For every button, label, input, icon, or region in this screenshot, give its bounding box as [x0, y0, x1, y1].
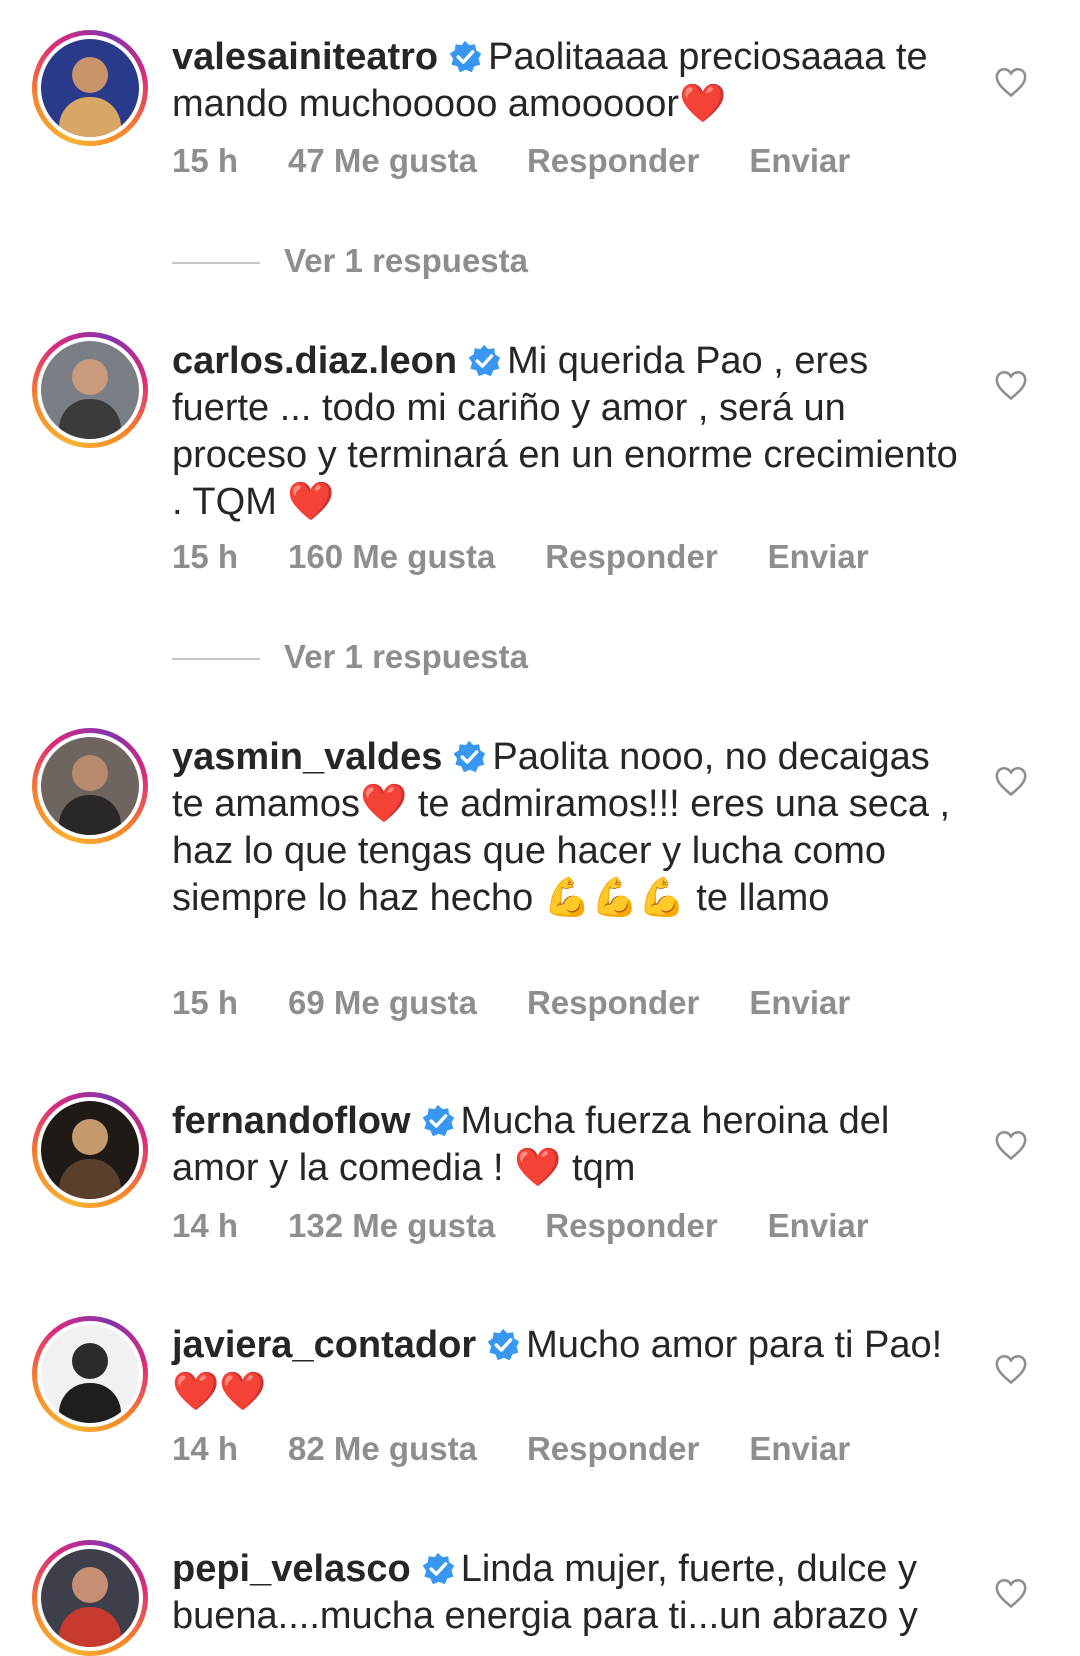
reply-button[interactable]: Responder — [527, 142, 699, 179]
comment-text: carlos.diaz.leon Mi querida Pao , eres fu… — [172, 338, 962, 526]
heart-emoji: ❤️ — [679, 83, 727, 125]
comment-text: yasmin_valdes Paolita nooo, no decaigas t… — [172, 734, 962, 922]
heart-emoji: ❤️ — [287, 481, 335, 523]
avatar-image — [41, 39, 139, 137]
reply-button[interactable]: Responder — [527, 1430, 699, 1467]
avatar-image — [41, 737, 139, 835]
divider — [172, 262, 260, 265]
avatar-image — [41, 341, 139, 439]
avatar[interactable] — [32, 1540, 148, 1656]
comment-meta: 15 h 160 Me gusta Responder Enviar — [172, 538, 919, 576]
view-replies-link[interactable]: Ver 1 respuesta — [172, 638, 528, 676]
avatar[interactable] — [32, 332, 148, 448]
comment-text: fernandoflow Mucha fuerza heroina del amo… — [172, 1098, 962, 1192]
comment-likes[interactable]: 160 Me gusta — [288, 538, 495, 575]
comment-username[interactable]: carlos.diaz.leon — [172, 340, 457, 382]
comment-meta: 14 h 82 Me gusta Responder Enviar — [172, 1430, 900, 1468]
avatar-image — [41, 1325, 139, 1423]
comment-meta: 15 h 47 Me gusta Responder Enviar — [172, 142, 900, 180]
verified-badge-icon — [422, 1104, 454, 1137]
muscle-emoji: 💪💪💪 — [543, 877, 686, 919]
send-button[interactable]: Enviar — [749, 142, 850, 179]
send-button[interactable]: Enviar — [749, 1430, 850, 1467]
heart-outline-icon[interactable] — [994, 369, 1028, 401]
heart-outline-icon[interactable] — [994, 765, 1028, 797]
view-replies-label: Ver 1 respuesta — [284, 242, 528, 279]
comment-username[interactable]: yasmin_valdes — [172, 736, 442, 778]
comment-likes[interactable]: 47 Me gusta — [288, 142, 477, 179]
comment-meta: 15 h 69 Me gusta Responder Enviar — [172, 984, 900, 1022]
avatar-image — [41, 1549, 139, 1647]
heart-outline-icon[interactable] — [994, 1577, 1028, 1609]
comment-body-end: tqm — [572, 1147, 636, 1189]
view-replies-label: Ver 1 respuesta — [284, 638, 528, 675]
comment-body-end: te llamo — [696, 877, 830, 919]
comment-time: 15 h — [172, 984, 239, 1021]
send-button[interactable]: Enviar — [749, 984, 850, 1021]
send-button[interactable]: Enviar — [768, 538, 869, 575]
comment-username[interactable]: valesainiteatro — [172, 36, 438, 78]
comment-likes[interactable]: 82 Me gusta — [288, 1430, 477, 1467]
comment-text: pepi_velasco Linda mujer, fuerte, dulce y… — [172, 1546, 962, 1640]
comment-body: Mucho amor para ti Pao! — [526, 1324, 943, 1366]
avatar[interactable] — [32, 30, 148, 146]
heart-emoji: ❤️ — [514, 1147, 562, 1189]
comment-text: javiera_contador Mucho amor para ti Pao! … — [172, 1322, 962, 1416]
reply-button[interactable]: Responder — [527, 984, 699, 1021]
verified-badge-icon — [454, 740, 486, 773]
comment-time: 15 h — [172, 142, 239, 179]
send-button[interactable]: Enviar — [768, 1207, 869, 1244]
heart-emoji: ❤️ — [359, 783, 408, 825]
comment-time: 15 h — [172, 538, 239, 575]
comment-time: 14 h — [172, 1207, 239, 1244]
comment-likes[interactable]: 132 Me gusta — [288, 1207, 495, 1244]
divider — [172, 658, 260, 661]
comment-username[interactable]: javiera_contador — [172, 1324, 476, 1366]
reply-button[interactable]: Responder — [545, 538, 717, 575]
verified-badge-icon — [468, 344, 501, 377]
heart-outline-icon[interactable] — [994, 66, 1028, 98]
comment-username[interactable]: pepi_velasco — [172, 1548, 411, 1590]
verified-badge-icon — [487, 1328, 520, 1361]
avatar[interactable] — [32, 1316, 148, 1432]
comment-likes[interactable]: 69 Me gusta — [288, 984, 477, 1021]
verified-badge-icon — [449, 40, 482, 73]
heart-emoji: ❤️❤️ — [172, 1371, 267, 1413]
heart-outline-icon[interactable] — [994, 1129, 1028, 1161]
comment-meta: 14 h 132 Me gusta Responder Enviar — [172, 1207, 919, 1245]
reply-button[interactable]: Responder — [545, 1207, 717, 1244]
heart-outline-icon[interactable] — [994, 1353, 1028, 1385]
comment-time: 14 h — [172, 1430, 239, 1467]
avatar[interactable] — [32, 728, 148, 844]
comment-username[interactable]: fernandoflow — [172, 1100, 411, 1142]
comment-text: valesainiteatro Paolitaaaa preciosaaaa te… — [172, 34, 962, 128]
verified-badge-icon — [422, 1552, 454, 1585]
avatar-image — [41, 1101, 139, 1199]
avatar[interactable] — [32, 1092, 148, 1208]
view-replies-link[interactable]: Ver 1 respuesta — [172, 242, 528, 280]
